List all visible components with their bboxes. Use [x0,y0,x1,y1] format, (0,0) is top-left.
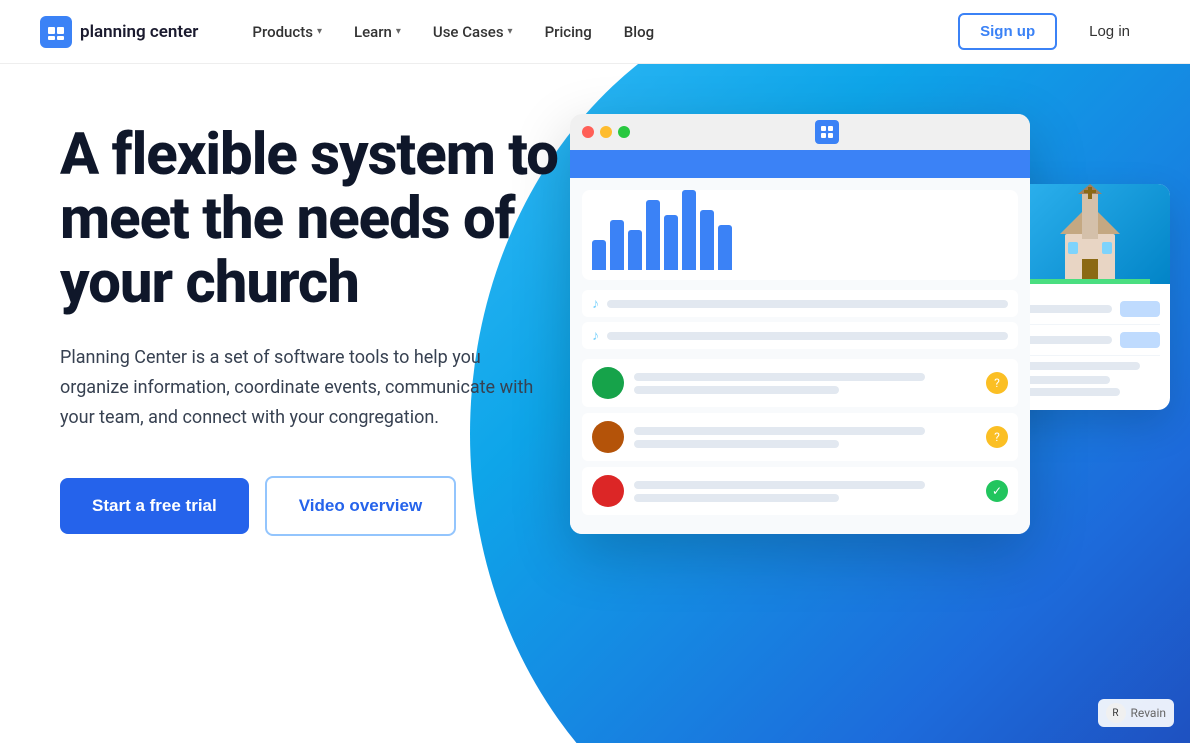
logo-text: planning center [80,22,198,42]
revain-badge: R Revain [1098,699,1174,727]
nav-blog[interactable]: Blog [610,15,668,49]
window-close-dot [582,126,594,138]
nav-links: Products ▾ Learn ▾ Use Cases ▾ Pricing B… [238,15,958,49]
music-row-2: ♪ [582,322,1018,349]
list-row-3: ✓ [582,467,1018,515]
row-lines-1 [634,373,976,394]
navbar: planning center Products ▾ Learn ▾ Use C… [0,0,1190,64]
window-logo-icon [815,120,839,144]
window-maximize-dot [618,126,630,138]
event-badge-1 [1120,301,1160,317]
nav-products[interactable]: Products ▾ [238,15,336,49]
window-titlebar [570,114,1030,150]
music-note-icon-2: ♪ [592,327,599,344]
avatar-1 [592,367,624,399]
nav-use-cases[interactable]: Use Cases ▾ [419,15,527,49]
video-overview-button[interactable]: Video overview [265,476,456,536]
window-minimize-dot [600,126,612,138]
row-line-short-2 [634,440,839,448]
row-line-short-1 [634,386,839,394]
chart-bar [610,220,624,270]
music-note-icon-1: ♪ [592,295,599,312]
status-question-1: ? [986,372,1008,394]
row-lines-2 [634,427,976,448]
music-line-2 [607,332,1008,340]
row-line-long-2 [634,427,925,435]
window-body: ♪ ♪ [570,150,1030,534]
chart-bar [628,230,642,270]
chart-bar [664,215,678,270]
revain-label: Revain [1131,706,1166,720]
logo-icon [40,16,72,48]
revain-icon: R [1106,703,1126,723]
use-cases-chevron-icon: ▾ [508,26,513,37]
nav-learn[interactable]: Learn ▾ [340,15,415,49]
status-question-2: ? [986,426,1008,448]
list-row-1: ? [582,359,1018,407]
login-button[interactable]: Log in [1069,15,1150,48]
avatar-2 [592,421,624,453]
music-rows: ♪ ♪ [582,290,1018,349]
row-line-long-3 [634,481,925,489]
chart-bar [682,190,696,270]
hero-subtext: Planning Center is a set of software too… [60,343,550,432]
nav-pricing[interactable]: Pricing [531,15,606,49]
list-row-2: ? [582,413,1018,461]
hero-content: A flexible system to meet the needs of y… [0,64,560,576]
signup-button[interactable]: Sign up [958,13,1057,50]
hero-section: A flexible system to meet the needs of y… [0,64,1190,743]
chart-bar [718,225,732,270]
hero-heading: A flexible system to meet the needs of y… [60,124,560,315]
status-check-3: ✓ [986,480,1008,502]
start-trial-button[interactable]: Start a free trial [60,478,249,534]
chart-bar [700,210,714,270]
row-line-long-1 [634,373,925,381]
chart-bar [646,200,660,270]
logo-link[interactable]: planning center [40,16,198,48]
chart-card [582,190,1018,280]
row-line-short-3 [634,494,839,502]
avatar-3 [592,475,624,507]
learn-chevron-icon: ▾ [396,26,401,37]
music-line-1 [607,300,1008,308]
music-row-1: ♪ [582,290,1018,317]
app-window-mockup: ♪ ♪ [570,114,1030,534]
church-illustration [1010,184,1170,284]
products-chevron-icon: ▾ [317,26,322,37]
event-badge-2 [1120,332,1160,348]
hero-illustration: ♪ ♪ [490,64,1190,743]
nav-actions: Sign up Log in [958,13,1150,50]
row-lines-3 [634,481,976,502]
chart-bar [592,240,606,270]
hero-cta-group: Start a free trial Video overview [60,476,560,536]
